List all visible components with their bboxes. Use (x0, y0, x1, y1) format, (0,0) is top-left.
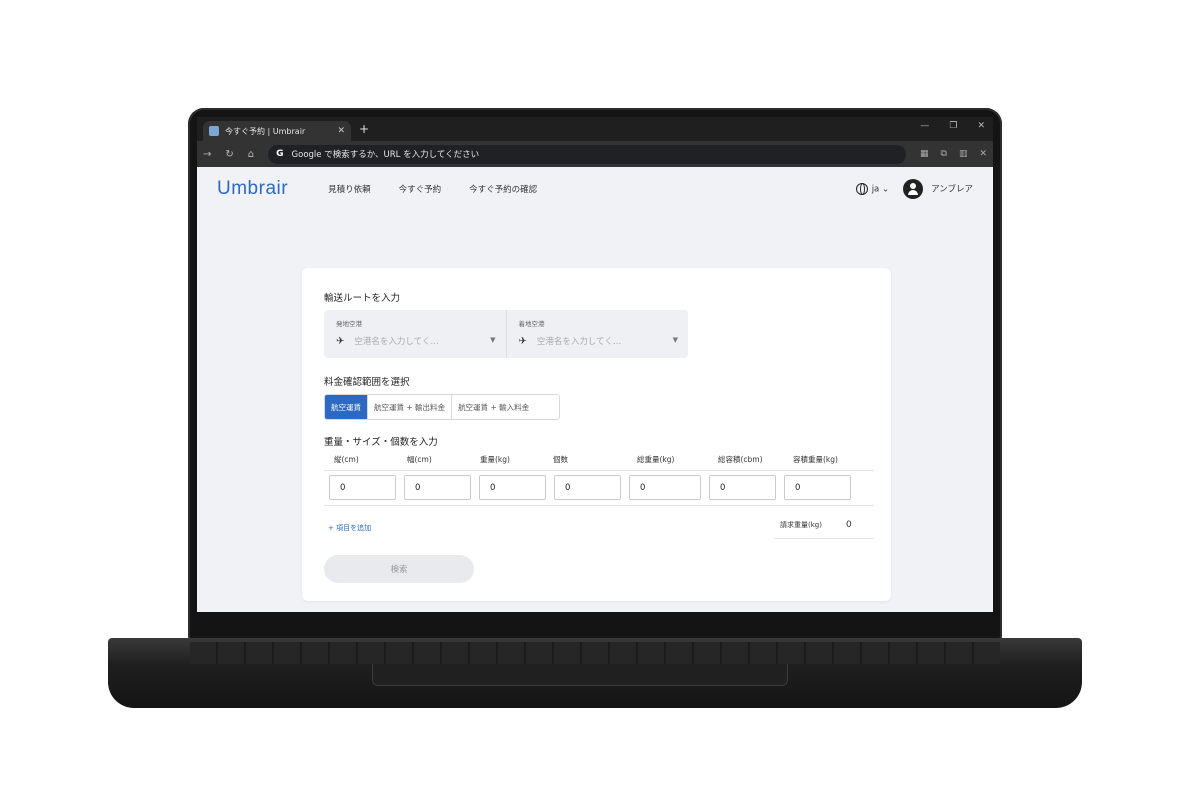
column-length: 縦(cm) (334, 455, 359, 464)
billed-weight: 請求重量(kg) 0 (774, 516, 874, 539)
extension-icon[interactable]: ⧉ (941, 149, 947, 159)
nav-quote-request[interactable]: 見積り依頼 (328, 183, 371, 195)
close-window-button[interactable]: ✕ (977, 121, 985, 131)
add-item-button[interactable]: + 項目を追加 (324, 523, 371, 533)
qr-icon[interactable]: ▦ (920, 149, 929, 159)
total-volume-input[interactable]: 0 (709, 475, 776, 500)
browser-tabbar: 今すぐ予約 | Umbrair ✕ + — ❐ ✕ (197, 117, 993, 141)
range-section-title: 料金確認範囲を選択 (324, 377, 410, 388)
destination-placeholder: 空港名を入力してく… (536, 337, 622, 347)
address-bar[interactable]: G Google で検索するか、URL を入力してください (268, 144, 906, 164)
user-menu[interactable]: アンブレア (903, 179, 973, 199)
booking-form-card: 輸送ルートを入力 発地空港 ✈ 空港名を入力してく… ▼ 着地空港 ✈ 空港名を… (302, 268, 891, 601)
browser-tab[interactable]: 今すぐ予約 | Umbrair ✕ (203, 121, 351, 141)
laptop-screen: 今すぐ予約 | Umbrair ✕ + — ❐ ✕ → ↻ ⌂ G Google… (197, 117, 993, 612)
google-icon: G (276, 149, 284, 159)
range-option-air-import[interactable]: 航空運賃 + 輸入料金 (451, 395, 535, 419)
origin-placeholder: 空港名を入力してく… (354, 337, 439, 347)
user-name: アンブレア (931, 184, 973, 195)
language-selector[interactable]: ja ⌄ (855, 183, 890, 195)
laptop-touchpad (372, 664, 788, 686)
forward-icon[interactable]: → (203, 149, 211, 160)
cargo-table-header: 縦(cm) 幅(cm) 重量(kg) 個数 総重量(kg) 総容積(cbm) 容… (324, 454, 874, 471)
range-option-air-freight[interactable]: 航空運賃 (325, 395, 367, 419)
route-fields: 発地空港 ✈ 空港名を入力してく… ▼ 着地空港 ✈ 空港名を入力してく… ▼ (324, 310, 688, 358)
weight-input[interactable]: 0 (479, 475, 546, 500)
departure-icon: ✈ (336, 335, 345, 347)
billed-weight-value: 0 (845, 520, 852, 530)
volumetric-weight-input[interactable]: 0 (784, 475, 851, 500)
nav-booking-check[interactable]: 今すぐ予約の確認 (469, 183, 537, 195)
minimize-button[interactable]: — (920, 121, 929, 131)
billed-weight-label: 請求重量(kg) (780, 521, 822, 529)
arrival-icon: ✈ (518, 335, 527, 347)
window-controls: — ❐ ✕ (920, 121, 985, 131)
logo[interactable]: Umbrair (217, 178, 288, 200)
column-weight: 重量(kg) (480, 455, 510, 464)
range-toggle-group: 航空運賃 航空運賃 + 輸出料金 航空運賃 + 輸入料金 (324, 394, 560, 420)
home-icon[interactable]: ⌂ (248, 149, 254, 160)
maximize-button[interactable]: ❐ (949, 121, 957, 131)
caret-down-icon[interactable]: ▼ (673, 336, 678, 344)
count-input[interactable]: 0 (554, 475, 621, 500)
route-section-title: 輸送ルートを入力 (324, 293, 401, 304)
language-label: ja (871, 184, 880, 195)
avatar (903, 179, 924, 199)
total-weight-input[interactable]: 0 (629, 475, 701, 500)
column-total-volume: 総容積(cbm) (718, 455, 763, 464)
column-total-weight: 総重量(kg) (637, 455, 675, 464)
destination-airport-field[interactable]: 着地空港 ✈ 空港名を入力してく… ▼ (505, 310, 689, 358)
width-input[interactable]: 0 (404, 475, 471, 500)
cargo-section-title: 重量・サイズ・個数を入力 (324, 437, 438, 448)
header-right: ja ⌄ アンブレア (855, 179, 973, 199)
browser-toolbar: → ↻ ⌂ G Google で検索するか、URL を入力してください ▦ ⧉ … (197, 141, 993, 167)
laptop-keyboard (190, 642, 1000, 664)
reload-icon[interactable]: ↻ (225, 149, 233, 160)
range-option-air-export[interactable]: 航空運賃 + 輸出料金 (367, 395, 451, 419)
app-header: Umbrair 見積り依頼 今すぐ予約 今すぐ予約の確認 ja ⌄ アンブレア (197, 167, 993, 211)
tab-close-icon[interactable]: ✕ (337, 126, 345, 136)
extension-icons: ▦ ⧉ ▥ ✕ (920, 149, 987, 159)
column-width: 幅(cm) (407, 455, 432, 464)
cargo-row: 0 0 0 0 0 0 0 (324, 475, 874, 506)
address-bar-text: Google で検索するか、URL を入力してください (291, 150, 480, 160)
favicon-icon (209, 126, 219, 136)
menu-close-icon[interactable]: ✕ (979, 149, 987, 159)
chevron-down-icon: ⌄ (881, 184, 890, 195)
main-nav: 見積り依頼 今すぐ予約 今すぐ予約の確認 (328, 183, 537, 195)
length-input[interactable]: 0 (329, 475, 396, 500)
column-volumetric-weight: 容積重量(kg) (793, 455, 838, 464)
search-button[interactable]: 検索 (324, 555, 474, 583)
sidepanel-icon[interactable]: ▥ (959, 149, 968, 159)
origin-label: 発地空港 (336, 320, 362, 328)
destination-label: 着地空港 (518, 320, 545, 328)
globe-icon (855, 183, 868, 195)
nav-book-now[interactable]: 今すぐ予約 (399, 183, 442, 195)
cargo-footer: + 項目を追加 請求重量(kg) 0 (324, 516, 874, 539)
new-tab-button[interactable]: + (359, 122, 369, 136)
origin-airport-field[interactable]: 発地空港 ✈ 空港名を入力してく… ▼ (324, 310, 506, 358)
tab-title: 今すぐ予約 | Umbrair (225, 126, 306, 136)
caret-down-icon[interactable]: ▼ (490, 336, 495, 344)
column-count: 個数 (553, 455, 568, 464)
